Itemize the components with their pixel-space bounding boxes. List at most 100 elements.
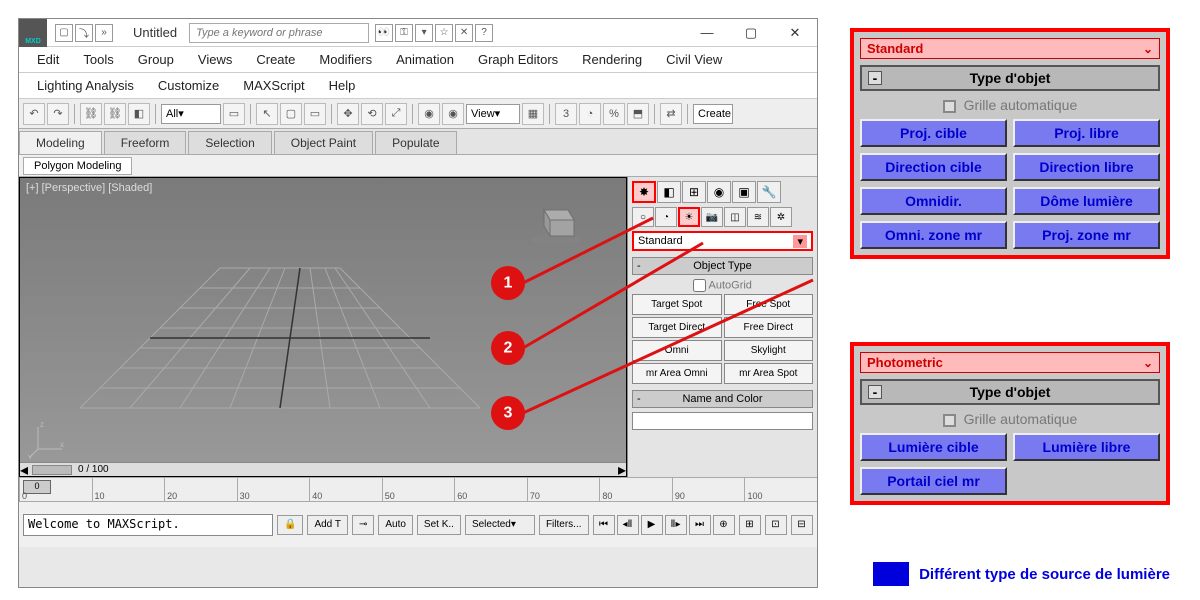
redo-icon[interactable]: ↷ bbox=[47, 103, 69, 125]
new-file-icon[interactable]: ▢ bbox=[55, 24, 73, 42]
prev-frame-icon[interactable]: ◂Ⅱ bbox=[617, 515, 639, 535]
autogrid-checkbox[interactable] bbox=[943, 414, 956, 427]
proj-libre-button[interactable]: Proj. libre bbox=[1013, 119, 1160, 147]
menu-rendering[interactable]: Rendering bbox=[570, 52, 654, 67]
create-label[interactable]: Create bbox=[693, 104, 733, 124]
subtab-polygon-modeling[interactable]: Polygon Modeling bbox=[23, 157, 132, 175]
autogrid-checkbox[interactable] bbox=[943, 100, 956, 113]
refcoord-combo[interactable]: View ▾ bbox=[466, 104, 520, 124]
helpers-icon[interactable]: ◫ bbox=[724, 207, 746, 227]
modify-tab-icon[interactable]: ◧ bbox=[657, 181, 681, 203]
link-icon[interactable]: ⛓ bbox=[80, 103, 102, 125]
viewport[interactable]: [+] [Perspective] [Shaded] bbox=[19, 177, 627, 477]
more-icon[interactable]: » bbox=[95, 24, 113, 42]
spacewarps-icon[interactable]: ≋ bbox=[747, 207, 769, 227]
select-name-icon[interactable]: ▢ bbox=[280, 103, 302, 125]
lumiere-libre-button[interactable]: Lumière libre bbox=[1013, 433, 1160, 461]
popout-photometric-header[interactable]: Photometric ⌄ bbox=[860, 352, 1160, 373]
light-type-dropdown[interactable]: Standard▾ bbox=[632, 231, 813, 251]
target-direct-button[interactable]: Target Direct bbox=[632, 317, 722, 338]
auto-key-button[interactable]: Auto bbox=[378, 515, 413, 535]
popout-standard-rollout[interactable]: - Type d'objet bbox=[860, 65, 1160, 91]
search-box[interactable] bbox=[189, 23, 369, 43]
nav-icon[interactable]: ⊡ bbox=[765, 515, 787, 535]
bind-icon[interactable]: ◧ bbox=[128, 103, 150, 125]
lock-icon[interactable]: 🔒 bbox=[277, 515, 303, 535]
systems-icon[interactable]: ✲ bbox=[770, 207, 792, 227]
menu-group[interactable]: Group bbox=[126, 52, 186, 67]
collapse-icon[interactable]: - bbox=[637, 393, 641, 405]
mirror-icon[interactable]: ⇄ bbox=[660, 103, 682, 125]
pivot-icon[interactable]: ▦ bbox=[522, 103, 544, 125]
unlink-icon[interactable]: ⛓ bbox=[104, 103, 126, 125]
omnidir-button[interactable]: Omnidir. bbox=[860, 187, 1007, 215]
free-spot-button[interactable]: Free Spot bbox=[724, 294, 814, 315]
angle-snap-icon[interactable]: ◔ bbox=[579, 103, 601, 125]
menu-customize[interactable]: Customize bbox=[146, 78, 231, 93]
menu-edit[interactable]: Edit bbox=[25, 52, 71, 67]
popout-standard-header[interactable]: Standard ⌄ bbox=[860, 38, 1160, 59]
menu-graph-editors[interactable]: Graph Editors bbox=[466, 52, 570, 67]
add-time-tag-button[interactable]: Add T bbox=[307, 515, 348, 535]
popout-photometric-rollout[interactable]: - Type d'objet bbox=[860, 379, 1160, 405]
menu-animation[interactable]: Animation bbox=[384, 52, 466, 67]
lights-icon[interactable]: ☀ bbox=[678, 207, 700, 227]
hierarchy-tab-icon[interactable]: ⊞ bbox=[682, 181, 706, 203]
cameras-icon[interactable]: 📷 bbox=[701, 207, 723, 227]
rotate-icon[interactable]: ⟲ bbox=[361, 103, 383, 125]
name-color-rollout[interactable]: - Name and Color bbox=[632, 390, 813, 408]
menu-views[interactable]: Views bbox=[186, 52, 244, 67]
time-config-icon[interactable]: ⊕ bbox=[713, 515, 735, 535]
motion-tab-icon[interactable]: ◉ bbox=[707, 181, 731, 203]
search-input[interactable] bbox=[189, 23, 369, 43]
free-direct-button[interactable]: Free Direct bbox=[724, 317, 814, 338]
scale-icon[interactable]: ⤢ bbox=[385, 103, 407, 125]
viewport-scrollbar[interactable]: ◂ 0 / 100 ▸ bbox=[20, 462, 626, 476]
menu-tools[interactable]: Tools bbox=[71, 52, 125, 67]
key-icon[interactable]: ⚿ bbox=[395, 24, 413, 42]
nav-icon[interactable]: ⊟ bbox=[791, 515, 813, 535]
menu-modifiers[interactable]: Modifiers bbox=[307, 52, 384, 67]
snap-icon[interactable]: ◉ bbox=[418, 103, 440, 125]
spinner-snap-icon[interactable]: ⬒ bbox=[627, 103, 649, 125]
proj-zone-mr-button[interactable]: Proj. zone mr bbox=[1013, 221, 1160, 249]
nav-icon[interactable]: ⊞ bbox=[739, 515, 761, 535]
shapes-icon[interactable]: ◔ bbox=[655, 207, 677, 227]
next-frame-icon[interactable]: Ⅱ▸ bbox=[665, 515, 687, 535]
exchange-icon[interactable]: ✕ bbox=[455, 24, 473, 42]
dropdown-arrow-icon[interactable]: ⌄ bbox=[1143, 356, 1153, 370]
region-icon[interactable]: ▭ bbox=[304, 103, 326, 125]
tab-freeform[interactable]: Freeform bbox=[104, 131, 187, 154]
star-icon[interactable]: ☆ bbox=[435, 24, 453, 42]
close-button[interactable]: ✕ bbox=[785, 25, 805, 41]
selection-filter[interactable]: All ▾ bbox=[161, 104, 221, 124]
tab-selection[interactable]: Selection bbox=[188, 131, 271, 154]
display-tab-icon[interactable]: ▣ bbox=[732, 181, 756, 203]
menu-maxscript[interactable]: MAXScript bbox=[231, 78, 316, 93]
skylight-button[interactable]: Skylight bbox=[724, 340, 814, 361]
percent-snap-icon[interactable]: % bbox=[603, 103, 625, 125]
menu-lighting-analysis[interactable]: Lighting Analysis bbox=[25, 78, 146, 93]
lumiere-cible-button[interactable]: Lumière cible bbox=[860, 433, 1007, 461]
menu-civil-view[interactable]: Civil View bbox=[654, 52, 734, 67]
help-icon[interactable]: ? bbox=[475, 24, 493, 42]
mr-area-spot-button[interactable]: mr Area Spot bbox=[724, 363, 814, 384]
autogrid-checkbox[interactable] bbox=[693, 279, 706, 292]
timeline[interactable]: 0 0 10 20 30 40 50 60 70 80 90 100 bbox=[19, 477, 817, 501]
dropdown-arrow-icon[interactable]: ⌄ bbox=[1143, 42, 1153, 56]
proj-cible-button[interactable]: Proj. cible bbox=[860, 119, 1007, 147]
user-icon[interactable]: ▾ bbox=[415, 24, 433, 42]
object-type-rollout[interactable]: - Object Type bbox=[632, 257, 813, 275]
maxscript-listener[interactable]: Welcome to MAXScript. bbox=[23, 514, 273, 536]
direction-libre-button[interactable]: Direction libre bbox=[1013, 153, 1160, 181]
viewport-label[interactable]: [+] [Perspective] [Shaded] bbox=[26, 182, 152, 194]
set-key-button[interactable]: Set K.. bbox=[417, 515, 461, 535]
direction-cible-button[interactable]: Direction cible bbox=[860, 153, 1007, 181]
tab-object-paint[interactable]: Object Paint bbox=[274, 131, 373, 154]
omni-zone-mr-button[interactable]: Omni. zone mr bbox=[860, 221, 1007, 249]
select-icon[interactable]: ▭ bbox=[223, 103, 245, 125]
key-filters-button[interactable]: Filters... bbox=[539, 515, 589, 535]
viewcube[interactable] bbox=[526, 198, 586, 248]
snap2-icon[interactable]: ◉ bbox=[442, 103, 464, 125]
utilities-tab-icon[interactable]: 🔧 bbox=[757, 181, 781, 203]
